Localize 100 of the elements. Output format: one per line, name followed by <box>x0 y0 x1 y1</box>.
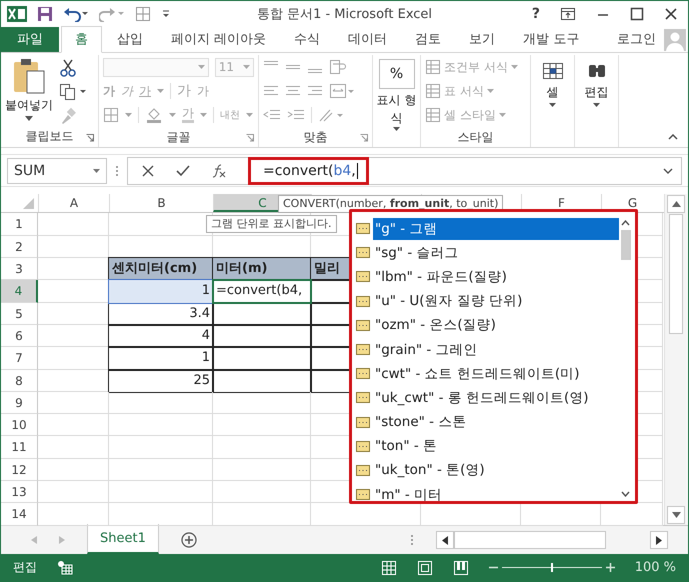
file-tab[interactable]: 파일 <box>1 26 59 52</box>
scroll-left-button[interactable] <box>436 531 454 550</box>
autocomplete-item[interactable]: "cwt" - 쇼트 헌드레드웨이트(미) <box>373 362 582 385</box>
ribbon-display-icon[interactable] <box>560 7 576 22</box>
ribbon-tab[interactable]: 데이터 <box>335 26 400 52</box>
ribbon-tab[interactable]: 홈 <box>61 26 102 53</box>
zoom-in-icon[interactable] <box>606 563 615 572</box>
autocomplete-item[interactable]: "ozm" - 온스(질량) <box>373 314 498 336</box>
avatar-icon[interactable] <box>664 28 686 51</box>
horizontal-scrollbar[interactable] <box>436 531 668 550</box>
undo-icon[interactable] <box>63 6 89 22</box>
caret-icon <box>486 89 494 94</box>
next-sheet-icon[interactable] <box>59 536 65 544</box>
cells-button[interactable]: 셀 <box>531 54 574 127</box>
row-header[interactable]: 12 <box>1 458 38 482</box>
number-format-button[interactable]: % 표시 형식 <box>373 54 420 131</box>
scissors-icon[interactable] <box>59 58 77 77</box>
dialog-launcher-icon[interactable] <box>360 134 368 142</box>
paste-button[interactable]: 붙여넣기 <box>5 56 53 125</box>
editing-button[interactable]: 편집 <box>575 54 618 127</box>
ribbon-tab[interactable]: 수식 <box>281 26 334 52</box>
autocomplete-item[interactable]: "uk_cwt" - 롱 헌드레드웨이트(영) <box>373 386 591 409</box>
maximize-icon[interactable] <box>630 7 644 22</box>
chevron-down-icon[interactable] <box>621 491 630 498</box>
macro-recording-icon[interactable] <box>57 560 73 575</box>
zoom-level[interactable]: 100 % <box>634 560 676 576</box>
column-header[interactable]: A <box>38 194 109 212</box>
cancel-icon[interactable] <box>142 164 154 177</box>
ribbon-tab[interactable]: 검토 <box>402 26 454 52</box>
drag-handle-icon[interactable] <box>115 164 119 177</box>
table-cell: 25 <box>109 370 213 392</box>
row-header[interactable]: 6 <box>1 324 38 348</box>
caret-icon[interactable] <box>393 126 400 131</box>
row-header[interactable]: 1 <box>1 213 38 236</box>
unit-icon <box>356 489 370 500</box>
ribbon-tab[interactable]: 개발 도구 <box>510 26 592 52</box>
previous-sheet-icon[interactable] <box>31 536 37 544</box>
ribbon-tab[interactable]: 삽입 <box>104 26 156 52</box>
ribbon-tab[interactable]: 보기 <box>456 26 508 52</box>
normal-view-icon[interactable] <box>380 560 397 576</box>
close-icon[interactable] <box>664 7 678 22</box>
merge-cells-icon[interactable] <box>329 83 355 100</box>
autocomplete-item[interactable]: "u" - U(원자 질량 단위) <box>373 290 524 312</box>
empty-cell <box>38 414 109 436</box>
dialog-launcher-icon[interactable] <box>246 134 254 142</box>
row-header[interactable]: 5 <box>1 302 38 325</box>
autocomplete-item[interactable]: "grain" - 그레인 <box>373 338 480 361</box>
add-sheet-icon[interactable] <box>180 532 197 548</box>
row-header[interactable]: 2 <box>1 236 38 258</box>
page-layout-icon[interactable] <box>416 560 433 576</box>
sign-in-link[interactable]: 로그인 <box>617 30 656 48</box>
row-header[interactable]: 9 <box>1 392 38 414</box>
check-icon[interactable] <box>176 164 190 177</box>
scroll-thumb[interactable] <box>454 531 606 550</box>
empty-cell <box>38 392 109 414</box>
scroll-thumb[interactable] <box>669 214 683 334</box>
collapse-ribbon-icon[interactable] <box>668 134 678 140</box>
scroll-thumb[interactable] <box>620 230 630 260</box>
vertical-scrollbar[interactable] <box>664 194 687 526</box>
fill-color-icon[interactable] <box>145 106 163 124</box>
name-box[interactable]: SUM <box>7 158 107 184</box>
unit-icon <box>356 464 370 476</box>
row-header[interactable]: 8 <box>1 370 38 392</box>
group-label: 맞춤 <box>304 128 328 146</box>
scroll-right-button[interactable] <box>650 531 668 550</box>
help-button[interactable]: ? <box>532 6 540 22</box>
expand-icon[interactable] <box>663 168 673 174</box>
page-break-icon[interactable] <box>452 560 469 576</box>
orientation-icon[interactable] <box>318 107 344 124</box>
brush-icon[interactable] <box>59 106 77 125</box>
row-header[interactable]: 7 <box>1 347 38 370</box>
triangle-down-icon <box>672 512 680 518</box>
formula-field[interactable]: =convert(b4, <box>248 156 369 185</box>
copy-icon[interactable] <box>59 82 87 101</box>
row-header[interactable]: 10 <box>1 414 38 436</box>
autocomplete-item[interactable]: "m" - 미터 <box>373 484 444 506</box>
sheet-tab[interactable]: Sheet1 <box>87 524 159 554</box>
ribbon-tab[interactable]: 페이지 레이아웃 <box>158 26 280 52</box>
split-handle-icon[interactable] <box>410 534 414 546</box>
autocomplete-item[interactable]: "stone" - 스톤 <box>373 411 468 434</box>
autocomplete-item[interactable]: "g" - 그램 <box>373 218 619 240</box>
insert-function-icon[interactable] <box>212 164 226 178</box>
scroll-up-button[interactable] <box>667 195 685 214</box>
caret-icon <box>498 113 506 118</box>
dialog-launcher-icon[interactable] <box>86 134 94 142</box>
autocomplete-item[interactable]: "ton" - 톤 <box>373 435 439 458</box>
unit-icon <box>356 320 370 331</box>
row-header[interactable]: 11 <box>1 436 38 459</box>
borders-icon[interactable] <box>103 107 119 124</box>
unit-icon <box>356 440 370 452</box>
redo-icon[interactable] <box>99 6 125 22</box>
wrap-text-icon[interactable] <box>329 59 347 76</box>
empty-cell <box>38 436 109 459</box>
row-header[interactable]: 4 <box>1 280 38 303</box>
save-icon[interactable] <box>37 6 53 22</box>
row-header[interactable]: 13 <box>1 481 38 504</box>
autocomplete-item[interactable]: "uk_ton" - 톤(영) <box>373 459 487 482</box>
chevron-up-icon[interactable] <box>621 220 630 226</box>
table-icon[interactable] <box>135 6 151 22</box>
scroll-down-button[interactable] <box>667 506 685 524</box>
